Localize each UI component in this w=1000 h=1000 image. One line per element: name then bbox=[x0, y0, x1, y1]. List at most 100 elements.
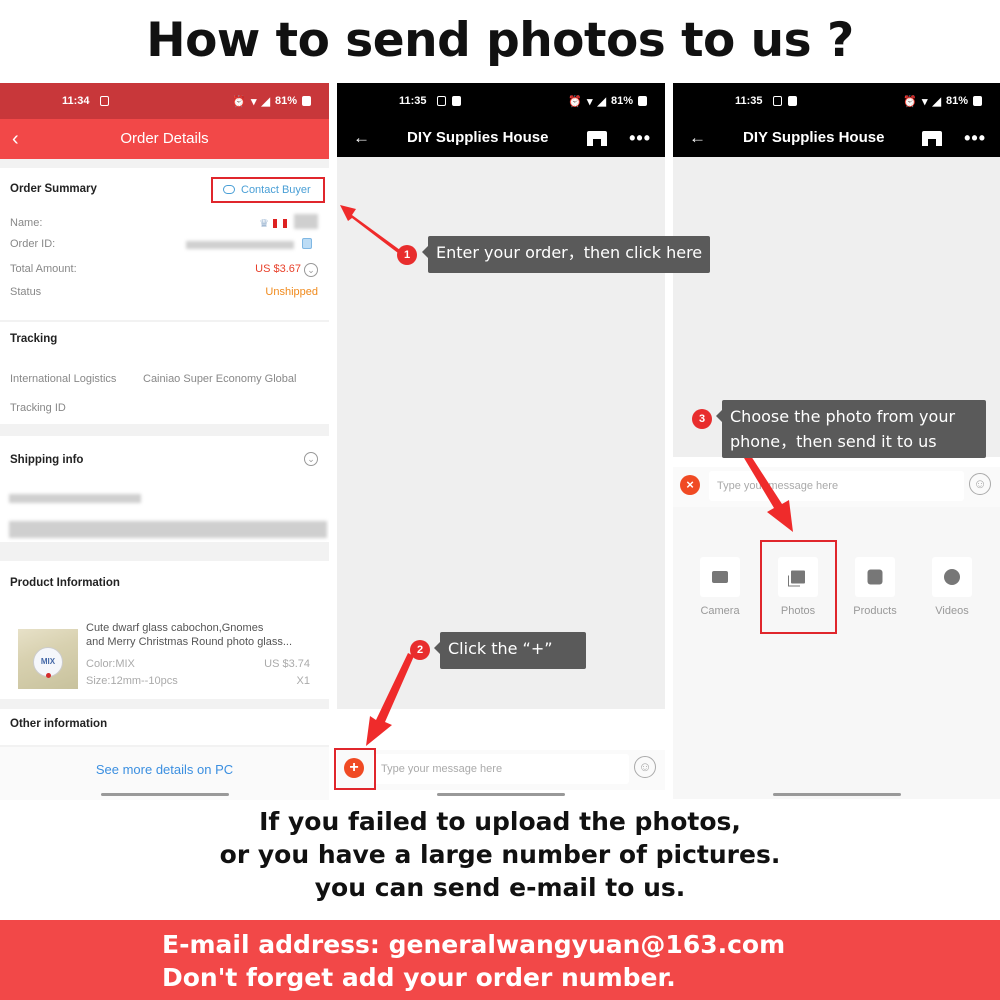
product-name-line2: and Merry Christmas Round photo glass... bbox=[86, 636, 293, 648]
status-time: 11:35 bbox=[735, 95, 763, 107]
photos-highlight-box bbox=[760, 540, 837, 634]
step-1-tooltip: Enter your order，then click here bbox=[421, 236, 711, 273]
address-redacted bbox=[9, 521, 327, 538]
order-number-reminder: Don't forget add your order number. bbox=[162, 963, 676, 992]
attach-products-label: Products bbox=[853, 605, 897, 617]
alarm-icon: ⏰ bbox=[903, 95, 917, 108]
product-info-title: Product Information bbox=[10, 577, 120, 589]
contact-buyer-button[interactable]: Contact Buyer bbox=[211, 177, 325, 203]
signal-icon: ◢ bbox=[932, 95, 941, 108]
home-indicator[interactable] bbox=[100, 793, 229, 796]
store-icon[interactable] bbox=[587, 131, 607, 146]
arrow-left-icon[interactable]: ← bbox=[689, 119, 706, 157]
tracking-card: Tracking International Logistics Cainiao… bbox=[0, 322, 329, 424]
more-icon[interactable]: ••• bbox=[964, 119, 986, 157]
alarm-icon: ⏰ bbox=[568, 95, 582, 108]
attach-camera-label: Camera bbox=[700, 605, 740, 617]
product-thumbnail[interactable]: MIX bbox=[18, 629, 78, 689]
copy-icon[interactable] bbox=[302, 238, 312, 249]
tracking-id-label: Tracking ID bbox=[10, 402, 66, 414]
app-bar: ← DIY Supplies House ••• bbox=[673, 119, 1000, 157]
emoji-icon[interactable]: ☺ bbox=[969, 473, 991, 495]
notification-icon bbox=[437, 96, 446, 106]
message-input[interactable]: Type your message here bbox=[709, 471, 964, 501]
product-qty: X1 bbox=[296, 675, 310, 687]
step-1-badge: 1 bbox=[397, 245, 417, 265]
status-time: 11:34 bbox=[62, 95, 90, 107]
product-price: US $3.74 bbox=[264, 658, 310, 670]
image-notification-icon bbox=[452, 96, 461, 106]
status-value: Unshipped bbox=[265, 286, 318, 298]
signal-icon: ◢ bbox=[597, 95, 606, 108]
step-2-badge: 2 bbox=[410, 640, 430, 660]
message-bar: + Type your message here ☺ bbox=[337, 750, 665, 790]
home-indicator[interactable] bbox=[437, 793, 565, 796]
store-title: DIY Supplies House bbox=[407, 129, 549, 146]
attach-videos[interactable]: Videos bbox=[927, 557, 977, 617]
alarm-icon: ⏰ bbox=[232, 95, 246, 108]
store-icon[interactable] bbox=[922, 131, 942, 146]
other-info-title: Other information bbox=[10, 718, 108, 730]
email-banner: E-mail address: generalwangyuan@163.com … bbox=[0, 920, 1000, 1000]
email-address-line[interactable]: E-mail address: generalwangyuan@163.com bbox=[162, 928, 1000, 961]
other-info-card: Other information bbox=[0, 709, 329, 745]
step-2-tooltip: Click the “+” bbox=[434, 632, 586, 669]
note-line-2: or you have a large number of pictures. bbox=[219, 840, 781, 869]
see-more-pc-link[interactable]: See more details on PC bbox=[0, 762, 329, 777]
page-headline: How to send photos to us ? bbox=[146, 13, 854, 68]
wifi-icon: ▾ bbox=[250, 95, 257, 108]
order-id-redacted bbox=[186, 241, 294, 249]
shipping-info-title: Shipping info bbox=[10, 454, 84, 466]
arrow-left-icon[interactable]: ← bbox=[353, 119, 370, 157]
chevron-down-icon[interactable]: ⌄ bbox=[304, 452, 318, 466]
order-summary-title: Order Summary bbox=[10, 183, 97, 195]
image-notification-icon bbox=[788, 96, 797, 106]
message-input[interactable]: Type your message here bbox=[373, 754, 629, 784]
chevron-down-icon[interactable]: ⌄ bbox=[304, 263, 318, 277]
address-redacted bbox=[9, 494, 141, 503]
page-title: Order Details bbox=[120, 130, 209, 147]
crown-icon: ♛ bbox=[259, 218, 269, 230]
camera-icon bbox=[712, 571, 728, 583]
attach-products[interactable]: Products bbox=[850, 557, 900, 617]
battery-icon bbox=[973, 96, 982, 106]
product-info-card: Product Information MIX Cute dwarf glass… bbox=[0, 561, 329, 699]
chevron-left-icon[interactable]: ‹ bbox=[12, 119, 19, 159]
total-amount-value: US $3.67 bbox=[255, 263, 301, 275]
notification-icon bbox=[773, 96, 782, 106]
step-3-line2: phone，then send it to us bbox=[730, 432, 937, 451]
attach-camera[interactable]: Camera bbox=[695, 557, 745, 617]
product-badge: MIX bbox=[33, 647, 63, 678]
status-bar: 11:35 ⏰ ▾ ◢ 81% bbox=[337, 83, 665, 119]
store-title: DIY Supplies House bbox=[743, 129, 885, 146]
contact-buyer-label: Contact Buyer bbox=[241, 184, 311, 196]
close-attach-button[interactable]: × bbox=[680, 475, 700, 495]
home-indicator[interactable] bbox=[772, 793, 901, 796]
order-details-screen: 11:34 ⏰ ▾ ◢ 81% ‹ Order Details Order Su… bbox=[0, 83, 329, 800]
signal-icon: ◢ bbox=[261, 95, 270, 108]
chat-screen: 11:35 ⏰ ▾ ◢ 81% ← DIY Supplies House •••… bbox=[337, 83, 665, 800]
product-name-line1: Cute dwarf glass cabochon,Gnomes bbox=[86, 622, 264, 634]
attach-videos-label: Videos bbox=[935, 605, 969, 617]
more-icon[interactable]: ••• bbox=[629, 119, 651, 157]
name-label: Name: bbox=[10, 217, 43, 229]
notification-icon bbox=[100, 96, 109, 106]
tracking-title: Tracking bbox=[10, 333, 58, 345]
step-3-line1: Choose the photo from your bbox=[730, 407, 956, 426]
chat-icon bbox=[223, 185, 235, 194]
order-id-label: Order ID: bbox=[10, 238, 56, 250]
battery-level: 81% bbox=[610, 95, 633, 107]
name-redacted bbox=[294, 214, 318, 229]
footer-bar: See more details on PC bbox=[0, 747, 329, 800]
status-bar: 11:35 ⏰ ▾ ◢ 81% bbox=[673, 83, 1000, 119]
note-line-3: you can send e-mail to us. bbox=[314, 873, 686, 902]
battery-icon bbox=[638, 96, 647, 106]
battery-level: 81% bbox=[274, 95, 297, 107]
canada-flag-icon bbox=[273, 219, 287, 228]
product-color: Color:MIX bbox=[86, 658, 135, 670]
box-icon bbox=[867, 569, 883, 585]
logistics-value: Cainiao Super Economy Global bbox=[143, 373, 297, 385]
total-amount-label: Total Amount: bbox=[10, 263, 77, 275]
emoji-icon[interactable]: ☺ bbox=[634, 756, 656, 778]
order-summary-card: Order Summary Contact Buyer Name: ♛ Orde… bbox=[0, 168, 329, 320]
